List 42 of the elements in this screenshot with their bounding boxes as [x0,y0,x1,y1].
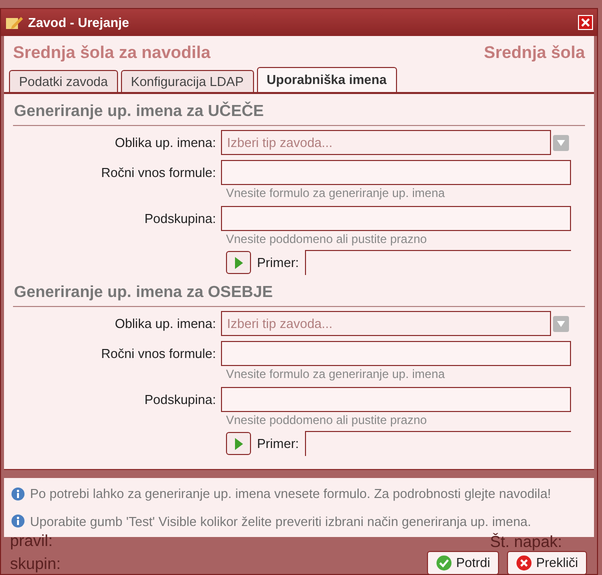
field-label: Ročni vnos formule: [100,164,217,182]
field-label: Podskupina: [143,390,217,409]
field-label: Podskupina: [143,210,217,228]
input-field[interactable] [221,206,571,231]
play-icon [234,436,244,450]
cancel-button[interactable]: Prekliči [507,551,587,575]
test-button[interactable] [226,251,251,274]
pencil-note-icon [5,14,23,30]
play-icon [234,256,244,270]
info-icon [11,486,25,501]
input-field[interactable] [221,160,571,185]
close-button[interactable] [578,15,593,30]
section-title: Generiranje up. imena za OSEBJE [13,281,585,307]
info-text: Uporabite gumb 'Test' Visible kolikor želite preveriti izbrani način generiranja up. imena. [30,512,532,531]
field-hint: Vnesite poddomeno ali pustite prazno [226,412,428,428]
field-label: Oblika up. imena: [114,134,217,152]
input-field[interactable] [221,387,571,412]
test-button[interactable] [226,432,251,455]
confirm-button[interactable]: Potrdi [427,551,500,575]
field-hint: Vnesite formulo za generiranje up. imena [226,185,446,201]
close-icon [581,18,590,27]
field-hint: Vnesite formulo za generiranje up. imena [226,366,446,382]
field-label: Primer: [257,254,299,272]
tab[interactable]: Podatki zavoda [9,70,118,92]
background-text: pravil: [10,532,53,552]
field-label: Primer: [257,434,299,453]
field-label: Oblika up. imena: [114,314,217,333]
field-hint: Vnesite poddomeno ali pustite prazno [226,231,428,247]
background-text: skupin: [10,555,61,575]
window-title: Zavod - Urejanje [28,14,130,32]
section-title: Generiranje up. imena za UČEČE [13,100,585,126]
info-text: Po potrebi lahko za generiranje up. imena vnesete formulo. Za podrobnosti glejte navodila! [30,485,552,503]
cancel-icon [516,555,532,571]
institution-name: Srednja šola za navodila [13,42,210,64]
institution-short-name: Srednja šola [484,42,585,64]
input-field[interactable] [221,341,571,366]
tab[interactable]: Uporabniška imena [256,67,397,92]
info-icon [11,514,25,528]
field-label: Ročni vnos formule: [100,344,217,363]
check-icon [436,555,452,571]
background-text: Št. napak: [490,532,562,553]
tab[interactable]: Konfiguracija LDAP [120,70,254,92]
